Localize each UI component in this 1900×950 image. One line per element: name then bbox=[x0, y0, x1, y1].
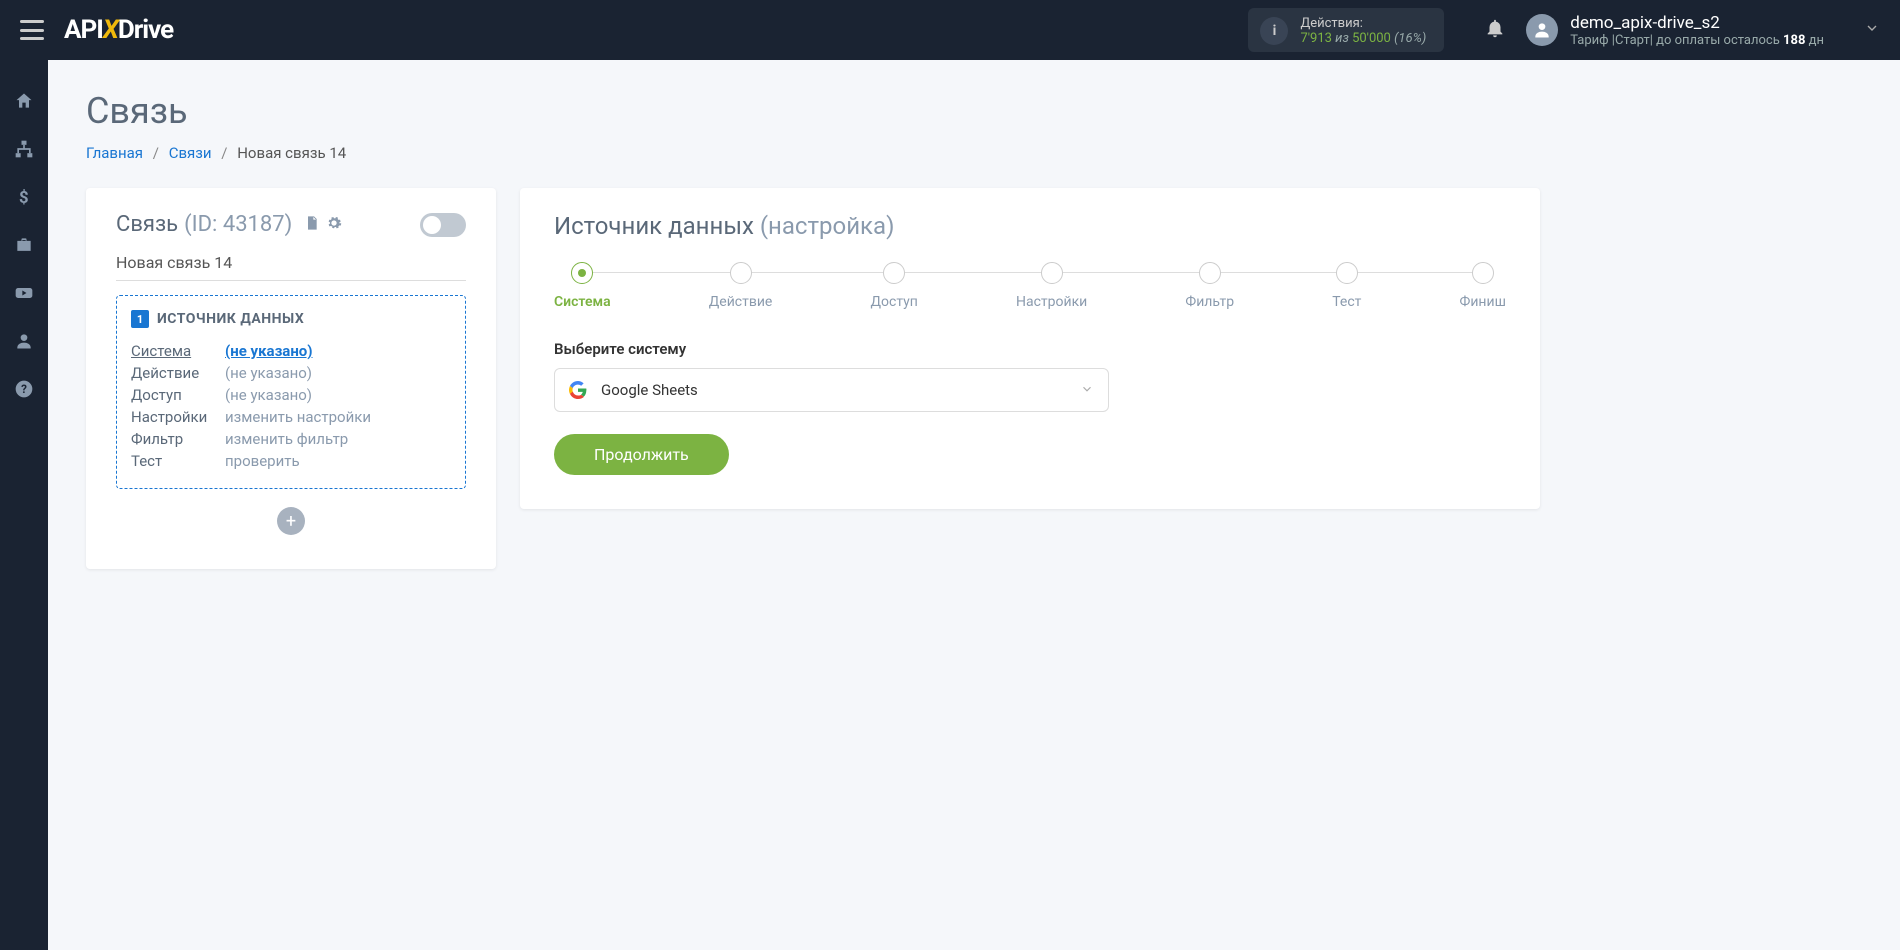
source-row[interactable]: Система(не указано) bbox=[131, 340, 451, 362]
step[interactable]: Настройки bbox=[1016, 262, 1087, 310]
menu-icon[interactable] bbox=[20, 20, 44, 40]
breadcrumb: Главная / Связи / Новая связь 14 bbox=[86, 144, 1862, 162]
home-icon[interactable] bbox=[13, 90, 35, 112]
source-title: ИСТОЧНИК ДАННЫХ bbox=[157, 311, 304, 327]
step-circle bbox=[883, 262, 905, 284]
step-circle bbox=[1472, 262, 1494, 284]
video-icon[interactable] bbox=[13, 282, 35, 304]
stepper: Система Действие Доступ Настройки Фильтр Тест… bbox=[554, 262, 1506, 310]
source-row[interactable]: Действие(не указано) bbox=[131, 362, 451, 384]
source-row-value: изменить настройки bbox=[225, 408, 371, 426]
actions-usage[interactable]: i Действия: 7'913 из 50'000 (16%) bbox=[1248, 8, 1444, 52]
card-title: Связь bbox=[116, 212, 178, 237]
step-circle bbox=[730, 262, 752, 284]
source-row-value: проверить bbox=[225, 452, 300, 470]
chevron-down-icon bbox=[1080, 381, 1094, 400]
briefcase-icon[interactable] bbox=[13, 234, 35, 256]
step-circle bbox=[1336, 262, 1358, 284]
select-value: Google Sheets bbox=[601, 381, 1080, 399]
source-row[interactable]: Доступ(не указано) bbox=[131, 384, 451, 406]
source-row[interactable]: Фильтризменить фильтр bbox=[131, 428, 451, 450]
source-badge: 1 bbox=[131, 310, 149, 328]
step[interactable]: Тест bbox=[1332, 262, 1361, 310]
source-row[interactable]: Настройкиизменить настройки bbox=[131, 406, 451, 428]
user-plan: Тариф |Старт| до оплаты осталось 188 дн bbox=[1570, 33, 1824, 48]
help-icon[interactable]: ? bbox=[13, 378, 35, 400]
billing-icon[interactable]: $ bbox=[13, 186, 35, 208]
step-label: Настройки bbox=[1016, 294, 1087, 310]
source-row-label: Фильтр bbox=[131, 430, 225, 448]
breadcrumb-connections[interactable]: Связи bbox=[169, 144, 212, 162]
step[interactable]: Действие bbox=[709, 262, 773, 310]
card-id: (ID: 43187) bbox=[184, 212, 292, 237]
source-row-value: (не указано) bbox=[225, 364, 312, 382]
field-label: Выберите систему bbox=[554, 340, 1506, 358]
breadcrumb-current: Новая связь 14 bbox=[237, 144, 346, 162]
step-circle bbox=[1199, 262, 1221, 284]
actions-label: Действия: bbox=[1300, 16, 1426, 31]
source-row-label: Настройки bbox=[131, 408, 225, 426]
user-icon[interactable] bbox=[13, 330, 35, 352]
logo[interactable]: APIXDrive bbox=[64, 15, 173, 45]
step-label: Система bbox=[554, 294, 611, 310]
connection-summary-card: Связь (ID: 43187) Новая связь 14 1 ИСТОЧ… bbox=[86, 188, 496, 569]
connections-icon[interactable] bbox=[13, 138, 35, 160]
step[interactable]: Доступ bbox=[871, 262, 918, 310]
step-label: Финиш bbox=[1460, 294, 1506, 310]
sidebar: $ ? bbox=[0, 60, 48, 950]
step[interactable]: Фильтр bbox=[1185, 262, 1234, 310]
step-circle bbox=[571, 262, 593, 284]
setup-title: Источник данных (настройка) bbox=[554, 212, 1506, 240]
gear-icon[interactable] bbox=[326, 212, 342, 237]
step-label: Тест bbox=[1332, 294, 1361, 310]
breadcrumb-home[interactable]: Главная bbox=[86, 144, 143, 162]
source-row-label: Система bbox=[131, 342, 225, 360]
setup-card: Источник данных (настройка) Система Дейст… bbox=[520, 188, 1540, 509]
source-row-label: Тест bbox=[131, 452, 225, 470]
google-icon bbox=[569, 381, 587, 399]
user-menu[interactable]: demo_apix-drive_s2 Тариф |Старт| до опла… bbox=[1526, 13, 1824, 48]
chevron-down-icon[interactable] bbox=[1824, 20, 1880, 40]
source-row-label: Доступ bbox=[131, 386, 225, 404]
topbar: APIXDrive i Действия: 7'913 из 50'000 (1… bbox=[0, 0, 1900, 60]
step[interactable]: Финиш bbox=[1460, 262, 1506, 310]
svg-text:$: $ bbox=[19, 189, 29, 207]
page-title: Связь bbox=[86, 90, 1862, 132]
svg-text:?: ? bbox=[21, 382, 27, 396]
source-row-label: Действие bbox=[131, 364, 225, 382]
continue-button[interactable]: Продолжить bbox=[554, 434, 729, 475]
info-icon: i bbox=[1260, 17, 1288, 45]
source-block: 1 ИСТОЧНИК ДАННЫХ Система(не указано)Дей… bbox=[116, 295, 466, 489]
step-label: Действие bbox=[709, 294, 773, 310]
document-icon[interactable] bbox=[304, 212, 320, 237]
step-label: Фильтр bbox=[1185, 294, 1234, 310]
source-row-value: изменить фильтр bbox=[225, 430, 348, 448]
connection-name[interactable]: Новая связь 14 bbox=[116, 253, 466, 281]
step-circle bbox=[1041, 262, 1063, 284]
source-row-value[interactable]: (не указано) bbox=[225, 342, 313, 360]
source-row[interactable]: Тестпроверить bbox=[131, 450, 451, 472]
user-name: demo_apix-drive_s2 bbox=[1570, 13, 1824, 33]
step[interactable]: Система bbox=[554, 262, 611, 310]
avatar bbox=[1526, 14, 1558, 46]
enable-toggle[interactable] bbox=[420, 213, 466, 237]
add-button[interactable]: + bbox=[277, 507, 305, 535]
system-select[interactable]: Google Sheets bbox=[554, 368, 1109, 412]
step-label: Доступ bbox=[871, 294, 918, 310]
source-row-value: (не указано) bbox=[225, 386, 312, 404]
bell-icon[interactable] bbox=[1484, 17, 1506, 43]
